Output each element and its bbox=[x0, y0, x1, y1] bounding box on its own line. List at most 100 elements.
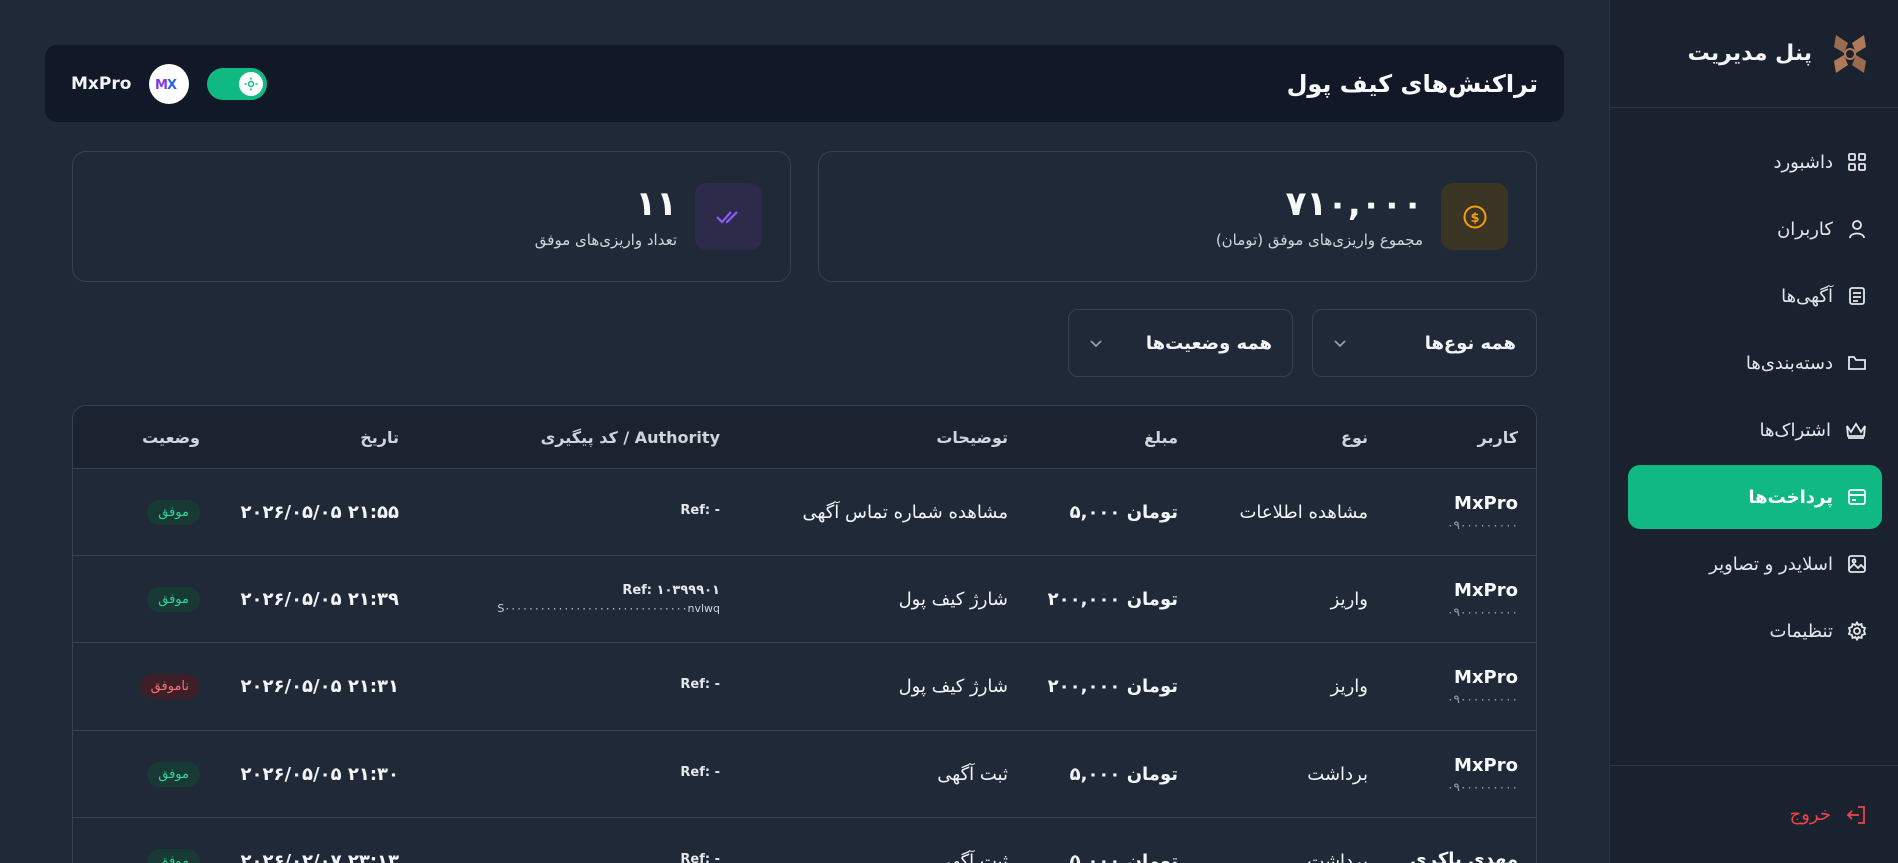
column-header-date: تاریخ bbox=[360, 427, 399, 447]
row-user-name: MxPro bbox=[1454, 492, 1518, 514]
transactions-table: کاربر نوع مبلغ توضیحات کد پیگیری / Autho… bbox=[72, 405, 1537, 863]
folder-icon bbox=[1848, 356, 1866, 370]
sidebar-item-label: اشتراک‌ها bbox=[1759, 419, 1831, 441]
row-ref: Ref: - bbox=[680, 677, 720, 692]
column-header-ref: کد پیگیری / Authority bbox=[540, 427, 720, 447]
row-description: مشاهده شماره تماس آگهی bbox=[802, 501, 1008, 523]
double-check-icon bbox=[695, 183, 762, 250]
row-user-phone: ۰۹۰۰۰۰۰۰۰۰۰ bbox=[1447, 604, 1518, 619]
chevron-down-icon bbox=[1334, 340, 1346, 348]
row-authority: S۰۰۰۰۰۰۰۰۰۰۰۰۰۰۰۰۰۰۰۰۰۰۰۰۰۰۰۰۰۰۰nvlwq bbox=[497, 602, 720, 615]
row-type: واریز bbox=[1330, 676, 1368, 697]
row-type: واریز bbox=[1330, 588, 1368, 610]
table-row[interactable]: مهدی باکری برداشت ۵,۰۰۰ تومان ثبت آگهی R… bbox=[73, 818, 1536, 863]
row-date: ۲۰۲۶/۰۵/۰۵ ۲۱:۳۹ bbox=[240, 588, 399, 610]
status-badge: موفق bbox=[147, 761, 200, 787]
coin-icon: $ bbox=[1441, 183, 1508, 250]
table-row[interactable]: MxPro ۰۹۰۰۰۰۰۰۰۰۰ برداشت ۵,۰۰۰ تومان ثبت … bbox=[73, 731, 1536, 818]
column-header-amount: مبلغ bbox=[1144, 427, 1178, 447]
header-user-name: MxPro bbox=[71, 73, 132, 94]
type-filter-select[interactable]: همه نوع‌ها bbox=[1312, 309, 1537, 377]
sidebar-item-subscriptions[interactable]: اشتراک‌ها bbox=[1628, 398, 1882, 462]
sidebar-item-slider-images[interactable]: اسلایدر و تصاویر bbox=[1628, 532, 1882, 596]
row-amount: ۵,۰۰۰ تومان bbox=[1069, 763, 1178, 785]
user-icon bbox=[1849, 220, 1865, 239]
brand-logo-icon bbox=[1830, 31, 1870, 77]
sidebar-item-users[interactable]: کاربران bbox=[1628, 197, 1882, 261]
type-filter-value: همه نوع‌ها bbox=[1424, 332, 1516, 354]
row-amount: ۵,۰۰۰ تومان bbox=[1069, 501, 1178, 523]
row-description: ثبت آگهی bbox=[937, 763, 1008, 785]
image-icon bbox=[1848, 555, 1866, 573]
row-user-name: MxPro bbox=[1454, 754, 1518, 776]
logout-label: خروج bbox=[1789, 804, 1831, 825]
sidebar-item-settings[interactable]: تنظیمات bbox=[1628, 599, 1882, 663]
sidebar-item-label: کاربران bbox=[1777, 218, 1833, 240]
row-ref: Ref: - bbox=[680, 502, 720, 518]
svg-text:$: $ bbox=[1470, 211, 1479, 226]
row-user-name: MxPro bbox=[1454, 579, 1518, 601]
sidebar-item-label: پرداخت‌ها bbox=[1748, 486, 1833, 508]
table-row[interactable]: MxPro ۰۹۰۰۰۰۰۰۰۰۰ واریز ۲۰۰,۰۰۰ تومان شار… bbox=[73, 643, 1536, 731]
table-header-row: کاربر نوع مبلغ توضیحات کد پیگیری / Autho… bbox=[73, 406, 1536, 469]
row-amount: ۲۰۰,۰۰۰ تومان bbox=[1047, 676, 1178, 697]
row-ref: Ref: ۱۰۳۹۹۹۰۱ bbox=[622, 583, 720, 598]
table-row[interactable]: MxPro ۰۹۰۰۰۰۰۰۰۰۰ مشاهده اطلاعات ۵,۰۰۰ تو… bbox=[73, 469, 1536, 556]
row-user-phone: ۰۹۰۰۰۰۰۰۰۰۰ bbox=[1447, 779, 1518, 794]
page-title: تراکنش‌های کیف پول bbox=[1286, 69, 1538, 98]
row-description: شارژ کیف پول bbox=[898, 588, 1008, 610]
sidebar-item-label: آگهی‌ها bbox=[1781, 285, 1833, 307]
column-header-user: کاربر bbox=[1477, 427, 1518, 447]
row-user-phone: ۰۹۰۰۰۰۰۰۰۰۰ bbox=[1447, 692, 1518, 706]
column-header-status: وضعیت bbox=[142, 427, 200, 447]
sidebar-item-label: دسته‌بندی‌ها bbox=[1745, 352, 1833, 374]
sidebar-item-label: تنظیمات bbox=[1769, 620, 1833, 642]
status-badge: موفق bbox=[147, 586, 200, 612]
sidebar-item-ads[interactable]: آگهی‌ها bbox=[1628, 264, 1882, 328]
status-filter-value: همه وضعیت‌ها bbox=[1145, 332, 1272, 354]
svg-text:X: X bbox=[167, 78, 177, 93]
column-header-type: نوع bbox=[1341, 427, 1368, 447]
sidebar: پنل مدیریت داشبورد کاربران آگهی‌ها دسته‌… bbox=[1609, 0, 1898, 863]
status-badge: موفق bbox=[147, 499, 200, 525]
avatar[interactable]: MX bbox=[149, 63, 190, 104]
sun-icon bbox=[239, 71, 264, 96]
crown-icon bbox=[1846, 422, 1866, 439]
logout-button[interactable]: خروج bbox=[1610, 765, 1898, 863]
wallet-icon bbox=[1848, 489, 1866, 505]
row-user-phone: ۰۹۰۰۰۰۰۰۰۰۰ bbox=[1447, 517, 1518, 532]
row-date: ۲۰۲۶/۰۵/۰۵ ۲۱:۵۵ bbox=[240, 501, 399, 523]
row-type: برداشت bbox=[1307, 763, 1368, 785]
sidebar-item-payments[interactable]: پرداخت‌ها bbox=[1628, 465, 1882, 529]
row-date: ۲۰۲۶/۰۲/۰۷ ۲۳:۱۳ bbox=[240, 850, 399, 863]
row-description: شارژ کیف پول bbox=[898, 676, 1008, 697]
row-type: مشاهده اطلاعات bbox=[1239, 501, 1368, 523]
row-user-name: MxPro bbox=[1454, 667, 1518, 688]
brand: پنل مدیریت bbox=[1610, 0, 1898, 108]
gear-icon bbox=[1847, 621, 1867, 641]
sidebar-item-label: داشبورد bbox=[1773, 151, 1833, 173]
row-amount: ۲۰۰,۰۰۰ تومان bbox=[1047, 588, 1178, 610]
top-header: MxPro MX تراکنش‌های کیف پول bbox=[45, 45, 1564, 122]
header-user-area: MxPro MX bbox=[71, 63, 268, 104]
row-description: ثبت آگهی bbox=[937, 850, 1008, 863]
status-filter-select[interactable]: همه وضعیت‌ها bbox=[1068, 309, 1293, 377]
stat-count-label: تعداد واریزی‌های موفق bbox=[534, 230, 677, 249]
row-ref: Ref: - bbox=[680, 851, 720, 863]
logout-icon bbox=[1846, 805, 1865, 824]
sidebar-item-label: اسلایدر و تصاویر bbox=[1709, 553, 1833, 575]
row-type: برداشت bbox=[1307, 850, 1368, 863]
chevron-down-icon bbox=[1090, 340, 1102, 348]
svg-text:M: M bbox=[155, 78, 168, 93]
row-amount: ۵,۰۰۰ تومان bbox=[1069, 850, 1178, 863]
table-row[interactable]: MxPro ۰۹۰۰۰۰۰۰۰۰۰ واریز ۲۰۰,۰۰۰ تومان شار… bbox=[73, 556, 1536, 643]
row-ref: Ref: - bbox=[680, 764, 720, 780]
theme-toggle[interactable] bbox=[207, 67, 268, 100]
stat-count-value: ۱۱ bbox=[635, 184, 677, 225]
brand-title: پنل مدیریت bbox=[1687, 41, 1812, 66]
row-user-name: مهدی باکری bbox=[1410, 848, 1518, 863]
stat-total-value: ۷۱۰,۰۰۰ bbox=[1285, 184, 1423, 225]
sidebar-item-dashboard[interactable]: داشبورد bbox=[1628, 130, 1882, 194]
sidebar-item-categories[interactable]: دسته‌بندی‌ها bbox=[1628, 331, 1882, 395]
dashboard-icon bbox=[1848, 153, 1866, 171]
